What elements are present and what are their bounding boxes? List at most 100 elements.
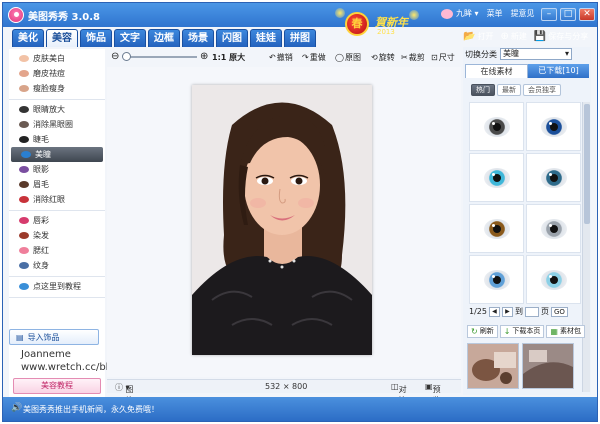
rotate-icon: ⟲: [371, 53, 378, 62]
new-button[interactable]: ⊕ 新建: [500, 31, 526, 42]
left-menu-label: 眼影: [33, 165, 49, 174]
material-panel: 切换分类 美瞳 在线素材 已下载[10] 热门最新会员独享 1/25 ◀ ▶ 到…: [463, 47, 591, 395]
lens-option[interactable]: [526, 153, 581, 202]
resize-button[interactable]: ⊡ 尺寸: [431, 52, 455, 63]
zoom-slider-knob[interactable]: [122, 52, 131, 61]
left-menu-item[interactable]: 唇彩: [9, 213, 105, 228]
tab-5[interactable]: 场景: [182, 29, 214, 47]
image-info-button[interactable]: ⓘ 图片信息 ▾: [115, 382, 134, 421]
prev-page-button[interactable]: ◀: [488, 306, 500, 317]
subtab-1[interactable]: 最新: [497, 84, 521, 96]
feedback-link[interactable]: 提意见: [511, 8, 535, 19]
left-menu-item[interactable]: 皮肤美白: [9, 51, 105, 66]
left-menu-item[interactable]: 瘦脸瘦身: [9, 81, 105, 96]
minimize-button[interactable]: –: [541, 8, 557, 21]
avatar-icon: [441, 8, 453, 19]
left-menu-item[interactable]: 纹身: [9, 258, 105, 273]
status-message[interactable]: 美图秀秀推出手机新闻，永久免费哦！: [23, 404, 159, 415]
lens-icon: [540, 269, 567, 290]
portrait-image: [192, 85, 372, 355]
refresh-icon: ↻: [471, 327, 478, 336]
go-button[interactable]: GO: [550, 306, 568, 317]
user-account[interactable]: 九眸 ▾: [441, 8, 479, 19]
left-menu-label: 点这里到教程: [33, 282, 81, 291]
lens-option[interactable]: [526, 204, 581, 253]
rotate-button[interactable]: ⟲ 旋转: [371, 52, 395, 63]
lens-option[interactable]: [526, 102, 581, 151]
app-logo-icon: [8, 7, 24, 23]
close-button[interactable]: ✕: [579, 8, 595, 21]
lens-icon: [540, 218, 567, 239]
page-input[interactable]: [524, 306, 539, 317]
left-menu-item[interactable]: 磨皮祛痘: [9, 66, 105, 81]
tab-4[interactable]: 边框: [148, 29, 180, 47]
subtab-2[interactable]: 会员独享: [523, 84, 561, 96]
menu-link[interactable]: 菜单: [487, 8, 503, 19]
tab-0[interactable]: 美化: [12, 29, 44, 47]
original-size-button[interactable]: 1:1 原大: [212, 52, 245, 63]
portrait-photo[interactable]: [192, 85, 372, 355]
feature-icon: [19, 232, 29, 239]
ad-thumbnail[interactable]: [467, 343, 519, 389]
preview-button[interactable]: ▣ 预览: [425, 382, 441, 405]
left-menu-item[interactable]: 腮红: [9, 243, 105, 258]
left-menu-item[interactable]: 眼睛放大: [9, 102, 105, 117]
zoom-in-icon[interactable]: ⊕: [200, 51, 208, 62]
next-page-button[interactable]: ▶: [501, 306, 513, 317]
left-menu-label: 唇彩: [33, 216, 49, 225]
left-menu-label: 消除黑眼圈: [33, 120, 73, 129]
compare-button[interactable]: ◫ 对比: [391, 382, 407, 405]
left-menu-item[interactable]: 美瞳: [11, 147, 103, 162]
redo-button[interactable]: ↷ 重做: [302, 52, 326, 63]
left-menu-item[interactable]: 消除黑眼圈: [9, 117, 105, 132]
left-menu-item[interactable]: 眉毛: [9, 177, 105, 192]
tab-1[interactable]: 美容: [46, 29, 78, 47]
tab-2[interactable]: 饰品: [80, 29, 112, 47]
material-pack-button[interactable]: ▦ 素材包: [546, 325, 585, 338]
ad-thumbnail-image: [468, 344, 518, 388]
left-menu-item[interactable]: 点这里到教程: [9, 279, 105, 294]
undo-button[interactable]: ↶ 撤销: [269, 52, 293, 63]
left-menu-item[interactable]: 睫毛: [9, 132, 105, 147]
user-area: 九眸 ▾ 菜单 提意见: [441, 8, 535, 19]
original-button[interactable]: ◯ 原图: [335, 52, 361, 63]
import-accessory-button[interactable]: ▤ 导入饰品: [9, 329, 99, 345]
save-share-button[interactable]: 💾 保存与分享: [534, 31, 588, 42]
lens-option[interactable]: [469, 255, 524, 304]
lens-option[interactable]: [469, 153, 524, 202]
feature-icon: [19, 196, 29, 203]
left-menu-item[interactable]: 眼影: [9, 162, 105, 177]
tab-downloaded[interactable]: 已下载[10]: [528, 64, 589, 78]
lens-option[interactable]: [469, 204, 524, 253]
category-select[interactable]: 美瞳: [500, 48, 572, 60]
zoom-out-icon[interactable]: ⊖: [111, 51, 119, 62]
refresh-button[interactable]: ↻ 刷新: [467, 325, 498, 338]
zoom-slider[interactable]: [122, 52, 197, 61]
scrollbar-thumb[interactable]: [584, 104, 590, 224]
lens-option[interactable]: [469, 102, 524, 151]
left-menu-item[interactable]: 染发: [9, 228, 105, 243]
download-page-button[interactable]: ↓ 下载本页: [499, 325, 545, 338]
crop-button[interactable]: ✂ 裁剪: [401, 52, 425, 63]
lens-option[interactable]: [526, 255, 581, 304]
feature-icon: [19, 247, 29, 254]
left-menu-item[interactable]: 消除红眼: [9, 192, 105, 207]
open-button[interactable]: 📂 打开: [463, 31, 493, 42]
maximize-button[interactable]: □: [560, 8, 576, 21]
subtab-0[interactable]: 热门: [471, 84, 495, 96]
material-tabs: 在线素材 已下载[10]: [465, 64, 589, 78]
beauty-tutorial-button[interactable]: 美容教程: [13, 378, 101, 394]
left-menu-label: 纹身: [33, 261, 49, 270]
ad-thumbnail[interactable]: [522, 343, 574, 389]
tab-8[interactable]: 拼图: [284, 29, 316, 47]
tab-6[interactable]: 闪图: [216, 29, 248, 47]
download-icon: ↓: [503, 327, 511, 336]
tab-7[interactable]: 娃娃: [250, 29, 282, 47]
tab-3[interactable]: 文字: [114, 29, 146, 47]
image-canvas[interactable]: [107, 67, 461, 377]
feature-icon: [19, 181, 29, 188]
material-scrollbar[interactable]: [582, 102, 590, 392]
tab-online-materials[interactable]: 在线素材: [465, 64, 528, 78]
feature-icon: [19, 283, 29, 290]
feature-icon: [19, 121, 29, 128]
